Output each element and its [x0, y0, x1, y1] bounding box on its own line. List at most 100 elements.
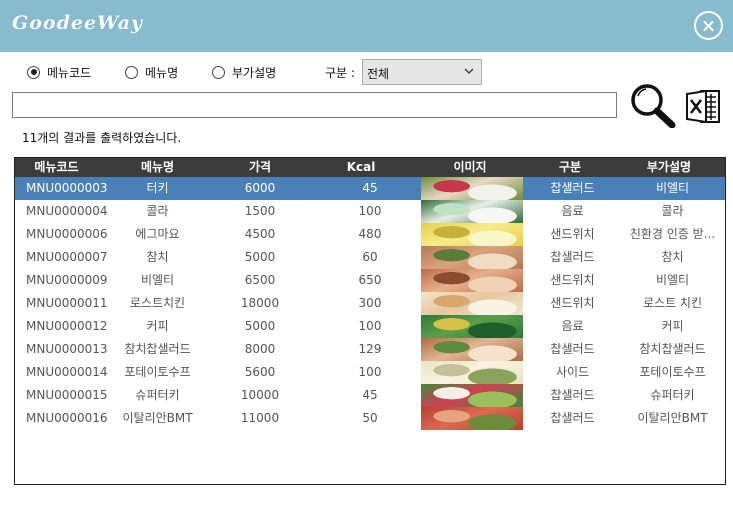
- cell-description: 비엘티: [655, 181, 690, 195]
- cell-description: 커피: [661, 319, 684, 333]
- chevron-down-icon: [464, 68, 474, 74]
- cell-kcal: 45: [362, 388, 378, 402]
- search-icon[interactable]: [628, 82, 676, 128]
- cell-menu-name: 참치: [146, 250, 169, 264]
- table-row[interactable]: MNU0000009 비엘티 6500 650 샌드위치 비엘티: [15, 269, 725, 292]
- category-label: 구분 :: [325, 66, 355, 80]
- cell-kcal: 300: [358, 296, 382, 310]
- cell-price: 6000: [244, 181, 276, 195]
- cell-menu-name: 참치찹샐러드: [124, 342, 191, 356]
- menu-thumbnail-image: [421, 338, 523, 361]
- cell-menu-name: 에그마요: [135, 227, 180, 241]
- cell-category: 찹샐러드: [550, 250, 595, 264]
- cell-category: 찹샐러드: [550, 388, 595, 402]
- cell-price: 4500: [244, 227, 276, 241]
- excel-export-icon[interactable]: [686, 89, 722, 124]
- menu-grid[interactable]: 메뉴코드 메뉴명 가격 Kcal 이미지 구분 부가설명 MNU0000003 터…: [14, 157, 726, 485]
- radio-label: 메뉴명: [145, 65, 179, 80]
- column-header-price[interactable]: 가격: [230, 158, 290, 177]
- menu-thumbnail-image: [421, 223, 523, 246]
- table-row[interactable]: MNU0000004 콜라 1500 100 음료 콜라: [15, 200, 725, 223]
- cell-menu-name: 로스트치킨: [129, 296, 186, 310]
- table-row[interactable]: MNU0000003 터키 6000 45 찹샐러드 비엘티: [15, 177, 725, 200]
- table-row[interactable]: MNU0000016 이탈리안BMT 11000 50 찹샐러드 이탈리안BMT: [15, 407, 725, 430]
- table-row[interactable]: MNU0000011 로스트치킨 18000 300 샌드위치 로스트 치킨: [15, 292, 725, 315]
- cell-category: 찹샐러드: [550, 181, 595, 195]
- menu-thumbnail-image: [421, 246, 523, 269]
- table-row[interactable]: MNU0000012 커피 5000 100 음료 커피: [15, 315, 725, 338]
- cell-kcal: 45: [362, 181, 378, 195]
- cell-description: 슈퍼터키: [650, 388, 695, 402]
- radio-menu-name[interactable]: 메뉴명: [125, 63, 178, 81]
- table-row[interactable]: MNU0000015 슈퍼터키 10000 45 찹샐러드 슈퍼터키: [15, 384, 725, 407]
- cell-price: 5600: [244, 365, 276, 379]
- menu-thumbnail-image: [421, 384, 523, 407]
- cell-kcal: 50: [362, 411, 378, 425]
- cell-menu-name: 포테이토수프: [124, 365, 191, 379]
- result-count-text: 11개의 결과를 출력하였습니다.: [22, 131, 182, 145]
- table-row[interactable]: MNU0000014 포테이토수프 5600 100 사이드 포테이토수프: [15, 361, 725, 384]
- cell-description: 친환경 인증 받...: [629, 227, 716, 241]
- cell-menu-name: 슈퍼터키: [135, 388, 180, 402]
- cell-price: 6500: [244, 273, 276, 287]
- column-header-description[interactable]: 부가설명: [627, 158, 711, 177]
- cell-description: 참치찹샐러드: [639, 342, 706, 356]
- menu-thumbnail-image: [421, 361, 523, 384]
- cell-kcal: 129: [358, 342, 382, 356]
- cell-menu-name: 터키: [146, 181, 169, 195]
- cell-menu-name: 콜라: [146, 204, 169, 218]
- cell-price: 11000: [240, 411, 280, 425]
- column-header-image[interactable]: 이미지: [440, 158, 500, 177]
- cell-menu-name: 이탈리안BMT: [122, 411, 193, 425]
- category-select[interactable]: 전체: [362, 59, 482, 85]
- cell-category: 샌드위치: [550, 227, 595, 241]
- cell-kcal: 100: [358, 319, 382, 333]
- table-row[interactable]: MNU0000013 참치찹샐러드 8000 129 찹샐러드 참치찹샐러드: [15, 338, 725, 361]
- radio-menu-code[interactable]: 메뉴코드: [27, 63, 91, 81]
- radio-dot[interactable]: [27, 65, 40, 79]
- cell-price: 8000: [244, 342, 276, 356]
- cell-kcal: 650: [358, 273, 382, 287]
- radio-label: 부가설명: [232, 65, 277, 80]
- category-value: 전체: [367, 67, 390, 81]
- grid-header: 메뉴코드 메뉴명 가격 Kcal 이미지 구분 부가설명: [15, 158, 725, 177]
- table-row[interactable]: MNU0000007 참치 5000 60 찹샐러드 참치: [15, 246, 725, 269]
- menu-thumbnail-image: [421, 407, 523, 430]
- table-row[interactable]: MNU0000006 에그마요 4500 480 샌드위치 친환경 인증 받...: [15, 223, 725, 246]
- column-header-kcal[interactable]: Kcal: [335, 158, 387, 177]
- cell-price: 5000: [244, 250, 276, 264]
- cell-kcal: 100: [358, 204, 382, 218]
- close-button[interactable]: [694, 11, 723, 40]
- cell-price: 5000: [244, 319, 276, 333]
- column-header-code[interactable]: 메뉴코드: [15, 158, 98, 177]
- cell-description: 참치: [661, 250, 684, 264]
- cell-category: 샌드위치: [550, 296, 595, 310]
- cell-price: 18000: [240, 296, 280, 310]
- cell-category: 샌드위치: [550, 273, 595, 287]
- menu-thumbnail-image: [421, 200, 523, 223]
- radio-label: 메뉴코드: [47, 65, 92, 80]
- cell-description: 콜라: [661, 204, 684, 218]
- cell-price: 10000: [240, 388, 280, 402]
- cell-kcal: 100: [358, 365, 382, 379]
- cell-category: 찹샐러드: [550, 342, 595, 356]
- column-header-category[interactable]: 구분: [540, 158, 600, 177]
- cell-kcal: 480: [358, 227, 382, 241]
- cell-kcal: 60: [362, 250, 378, 264]
- app-logo: GoodeeWay: [12, 12, 144, 34]
- cell-category: 음료: [561, 319, 584, 333]
- cell-description: 이탈리안BMT: [637, 411, 708, 425]
- menu-thumbnail-image: [421, 315, 523, 338]
- cell-description: 로스트 치킨: [642, 296, 702, 310]
- cell-category: 찹샐러드: [550, 411, 595, 425]
- column-header-name[interactable]: 메뉴명: [115, 158, 200, 177]
- menu-thumbnail-image: [421, 269, 523, 292]
- cell-menu-name: 비엘티: [140, 273, 175, 287]
- radio-dot[interactable]: [212, 65, 225, 79]
- cell-description: 비엘티: [655, 273, 690, 287]
- radio-description[interactable]: 부가설명: [212, 63, 276, 81]
- search-input[interactable]: [12, 92, 617, 118]
- title-bar: GoodeeWay: [0, 0, 733, 52]
- menu-thumbnail-image: [421, 177, 523, 200]
- radio-dot[interactable]: [125, 65, 138, 79]
